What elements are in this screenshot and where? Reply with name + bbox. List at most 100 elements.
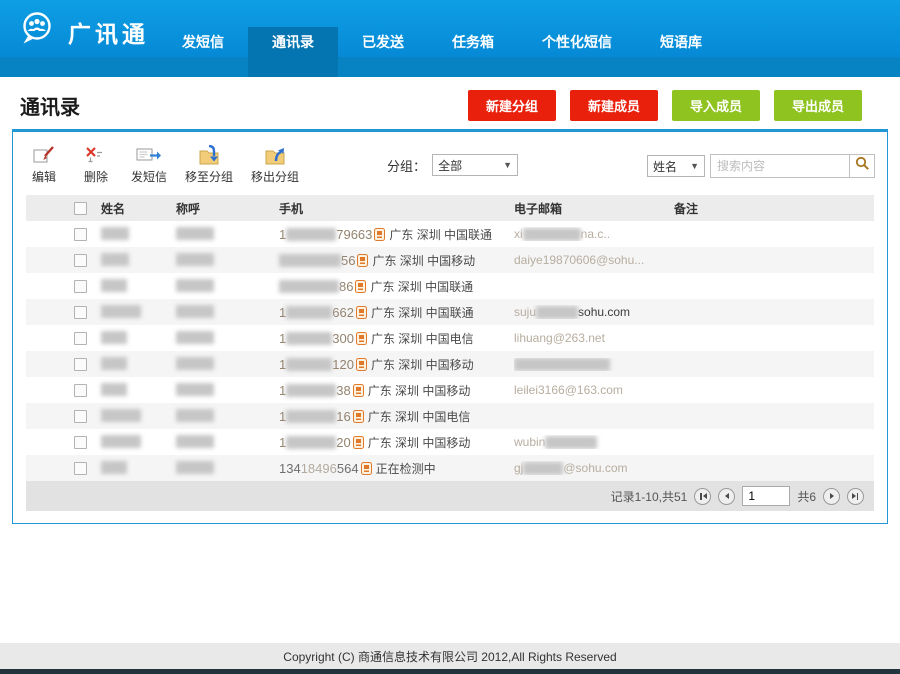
visible-text: sohu.com — [578, 305, 630, 319]
edit-tool[interactable]: 编辑 — [27, 145, 61, 185]
visible-text: na.c.. — [581, 227, 610, 241]
row-checkbox[interactable] — [74, 280, 87, 293]
row-checkbox[interactable] — [74, 332, 87, 345]
send-sms-tool-label: 发短信 — [131, 168, 167, 185]
redacted-salutation — [176, 279, 214, 292]
redacted-text — [286, 410, 336, 423]
carrier-text: 广东 深圳 中国移动 — [371, 356, 474, 373]
page-number-input[interactable] — [742, 486, 790, 506]
group-filter-label: 分组： — [387, 156, 426, 175]
group-filter-select[interactable]: 全部 ▼ — [432, 154, 518, 176]
redacted-salutation — [176, 227, 214, 240]
first-page-button[interactable] — [694, 488, 711, 505]
row-checkbox-cell — [26, 410, 101, 423]
name-cell — [101, 435, 176, 449]
redacted-salutation — [176, 357, 214, 370]
email-cell: leilei3166@163.com — [514, 383, 674, 397]
nav-tab-send-sms[interactable]: 发短信 — [158, 27, 248, 77]
new-group-button[interactable]: 新建分组 — [468, 90, 556, 121]
redacted-salutation — [176, 409, 214, 422]
redacted-text — [286, 436, 336, 449]
row-checkbox[interactable] — [74, 254, 87, 267]
table-row: 86广东 深圳 中国联通 — [26, 273, 874, 299]
row-checkbox-cell — [26, 280, 101, 293]
name-cell — [101, 253, 176, 267]
redacted-text — [536, 306, 578, 319]
nav-tab-contacts[interactable]: 通讯录 — [248, 27, 338, 77]
last-page-button[interactable] — [847, 488, 864, 505]
app-header: 广讯通 发短信通讯录已发送任务箱个性化短信短语库 — [0, 0, 900, 57]
redacted-text — [286, 384, 336, 397]
visible-text: 134 — [279, 461, 301, 476]
redacted-name — [101, 279, 127, 292]
export-members-button[interactable]: 导出成员 — [774, 90, 862, 121]
move-out-of-group-tool[interactable]: 移出分组 — [251, 145, 299, 185]
row-checkbox[interactable] — [74, 228, 87, 241]
number-status-badge-icon — [353, 436, 364, 449]
send-sms-tool[interactable]: 发短信 — [131, 145, 167, 185]
redacted-salutation — [176, 331, 214, 344]
salutation-cell — [176, 435, 279, 449]
table-row: 1300广东 深圳 中国电信lihuang@263.net — [26, 325, 874, 351]
row-checkbox-cell — [26, 462, 101, 475]
redacted-salutation — [176, 461, 214, 474]
import-members-button[interactable]: 导入成员 — [672, 90, 760, 121]
row-checkbox[interactable] — [74, 384, 87, 397]
mobile-cell: 179663广东 深圳 中国联通 — [279, 226, 514, 243]
chevron-down-icon: ▼ — [690, 161, 699, 171]
visible-text: 1 — [279, 305, 286, 320]
redacted-name — [101, 383, 127, 396]
delete-tool[interactable]: 删除 — [79, 145, 113, 185]
visible-text: 120 — [332, 357, 354, 372]
nav-tab-phrase-library[interactable]: 短语库 — [636, 27, 726, 77]
number-status-badge-icon — [353, 410, 364, 423]
salutation-cell — [176, 305, 279, 319]
next-page-button[interactable] — [823, 488, 840, 505]
nav-tab-task-box[interactable]: 任务箱 — [428, 27, 518, 77]
move-to-group-tool[interactable]: 移至分组 — [185, 145, 233, 185]
row-checkbox[interactable] — [74, 436, 87, 449]
carrier-text: 广东 深圳 中国电信 — [371, 330, 474, 347]
carrier-text: 广东 深圳 中国联通 — [389, 226, 492, 243]
salutation-cell — [176, 253, 279, 267]
redacted-name — [101, 227, 129, 240]
new-member-button[interactable]: 新建成员 — [570, 90, 658, 121]
mobile-cell: 1300广东 深圳 中国电信 — [279, 330, 514, 347]
table-row: 1 662 广东 深圳 中国联通 sujusohu.com — [26, 299, 874, 325]
chevron-down-icon: ▼ — [503, 160, 512, 170]
prev-page-button[interactable] — [718, 488, 735, 505]
members-table: 姓名称呼手机电子邮箱备注 179663广东 深圳 中国联通xina.c..56广… — [26, 195, 874, 481]
row-checkbox[interactable] — [74, 358, 87, 371]
speech-bubble-people-icon — [18, 11, 60, 52]
visible-text: 564 — [337, 461, 359, 476]
search-field-value: 姓名 — [653, 158, 677, 175]
email-cell: xina.c.. — [514, 227, 674, 241]
carrier-text: 广东 深圳 中国移动 — [368, 434, 471, 451]
visible-text: leilei3166@163.com — [514, 383, 623, 397]
redacted-text — [286, 358, 332, 371]
carrier-text: 广东 深圳 中国联通 — [371, 304, 474, 321]
row-checkbox[interactable] — [74, 462, 87, 475]
visible-text: 662 — [332, 305, 354, 320]
email-cell: sujusohu.com — [514, 305, 674, 319]
row-checkbox[interactable] — [74, 410, 87, 423]
group-filter-value: 全部 — [438, 157, 462, 174]
nav-tab-personalized-sms[interactable]: 个性化短信 — [518, 27, 636, 77]
select-all-checkbox[interactable] — [74, 202, 87, 215]
carrier-text: 广东 深圳 中国电信 — [368, 408, 471, 425]
send-sms-icon — [136, 145, 162, 165]
search-button[interactable] — [850, 154, 875, 178]
nav-tab-sent[interactable]: 已发送 — [338, 27, 428, 77]
table-row: 138广东 深圳 中国移动leilei3166@163.com — [26, 377, 874, 403]
salutation-cell — [176, 279, 279, 293]
email-cell: wubin — [514, 435, 674, 449]
row-checkbox[interactable] — [74, 306, 87, 319]
carrier-text: 广东 深圳 中国移动 — [368, 382, 471, 399]
header-checkbox-cell — [26, 202, 101, 215]
redacted-salutation — [176, 435, 214, 448]
number-status-badge-icon — [357, 254, 368, 267]
search-field-select[interactable]: 姓名 ▼ — [647, 155, 705, 177]
email-cell: gj@sohu.com — [514, 461, 674, 475]
search-input[interactable] — [710, 154, 850, 178]
redacted-name — [101, 253, 129, 266]
